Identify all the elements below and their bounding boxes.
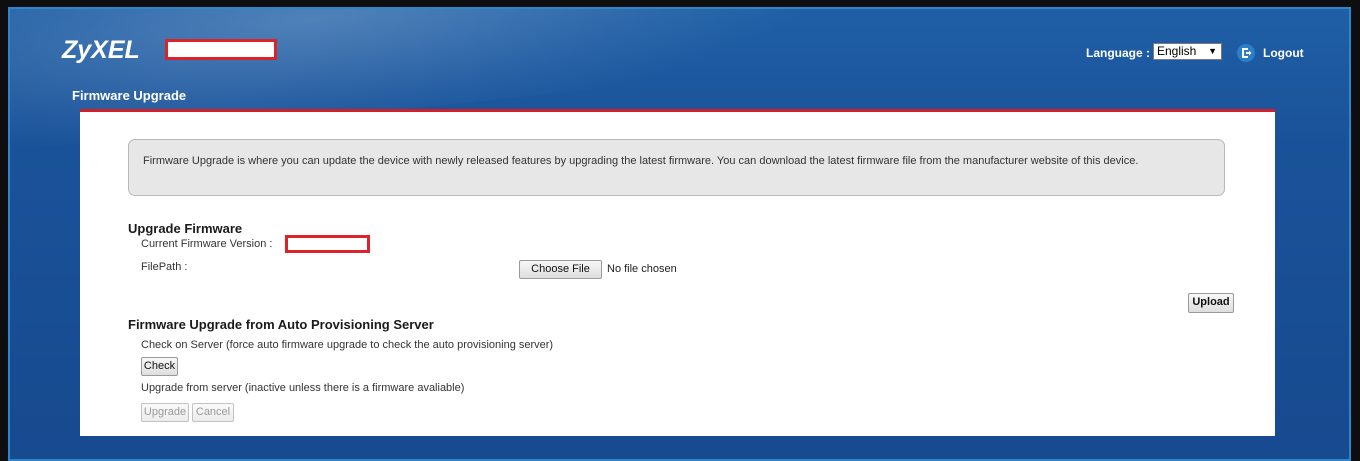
redacted-model-box (165, 39, 277, 60)
info-box: Firmware Upgrade is where you can update… (128, 139, 1225, 196)
current-version-label: Current Firmware Version : (141, 238, 273, 250)
logout-icon[interactable] (1237, 44, 1255, 62)
app-window: ZyXEL Language : English ▼ Logout Firmwa… (8, 7, 1351, 461)
language-select-value: English (1157, 44, 1197, 58)
upgrade-button[interactable]: Upgrade (141, 403, 189, 422)
zyxel-logo: ZyXEL (62, 36, 140, 64)
upgrade-firmware-heading: Upgrade Firmware (128, 221, 243, 236)
upload-button[interactable]: Upload (1188, 293, 1234, 313)
cancel-button[interactable]: Cancel (192, 403, 234, 422)
dropdown-arrow-icon: ▼ (1208, 46, 1217, 56)
redacted-version-box (285, 235, 370, 253)
check-description: Check on Server (force auto firmware upg… (141, 339, 554, 351)
auto-provision-heading: Firmware Upgrade from Auto Provisioning … (128, 317, 434, 332)
language-label: Language : (1086, 46, 1151, 60)
logout-link[interactable]: Logout (1263, 46, 1304, 60)
upgrade-description: Upgrade from server (inactive unless the… (141, 382, 465, 394)
info-text: Firmware Upgrade is where you can update… (143, 155, 1139, 167)
check-button[interactable]: Check (141, 357, 178, 376)
no-file-text: No file chosen (607, 263, 677, 275)
content-panel: Firmware Upgrade is where you can update… (80, 109, 1275, 436)
page-title: Firmware Upgrade (72, 88, 187, 103)
filepath-label: FilePath : (141, 261, 188, 273)
choose-file-button[interactable]: Choose File (519, 260, 602, 279)
language-select[interactable]: English ▼ (1153, 43, 1222, 60)
